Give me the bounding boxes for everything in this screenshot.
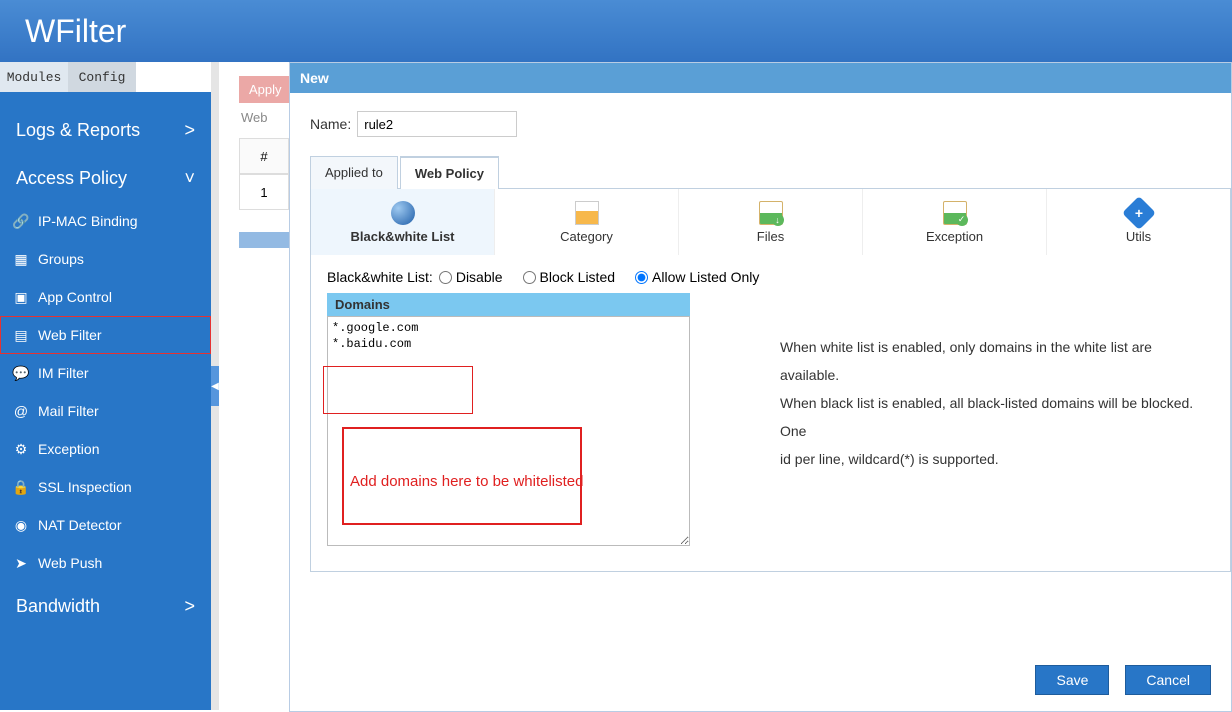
- app-header: WFilter: [0, 0, 1232, 62]
- category-icon: [575, 201, 599, 225]
- radio-allowlisted[interactable]: [635, 271, 648, 284]
- sidebar: Modules Config Logs & Reports > Access P…: [0, 62, 211, 710]
- radio-disable[interactable]: [439, 271, 452, 284]
- sidebar-item-webfilter[interactable]: ▤ Web Filter: [0, 316, 211, 354]
- toolbar-blackwhite[interactable]: Black&white List: [311, 189, 495, 255]
- help-line: id per line, wildcard(*) is supported.: [780, 445, 1214, 473]
- radio-blocklisted-label[interactable]: Block Listed: [523, 269, 615, 285]
- tab-config[interactable]: Config: [68, 62, 136, 92]
- toolbar-files[interactable]: Files: [679, 189, 863, 255]
- section-bandwidth[interactable]: Bandwidth >: [0, 582, 211, 630]
- sidebar-item-natdetector[interactable]: ◉ NAT Detector: [0, 506, 211, 544]
- grid-icon: ▦: [12, 250, 30, 268]
- name-label: Name:: [310, 116, 351, 132]
- tab-modules[interactable]: Modules: [0, 62, 68, 92]
- radio-allowlisted-label[interactable]: Allow Listed Only: [635, 269, 759, 285]
- modal-title: New: [290, 63, 1231, 93]
- bg-new-button: [239, 232, 289, 248]
- sidebar-item-imfilter[interactable]: 💬 IM Filter: [0, 354, 211, 392]
- link-icon: 🔗: [12, 212, 30, 230]
- toolbar-label: Category: [560, 229, 613, 244]
- tab-web-policy[interactable]: Web Policy: [400, 156, 499, 189]
- bg-td: 1: [239, 174, 289, 210]
- nat-icon: ◉: [12, 516, 30, 534]
- sidebar-item-label: Web Push: [38, 555, 102, 571]
- files-icon: [759, 201, 783, 225]
- bw-label: Black&white List:: [327, 269, 433, 285]
- chevron-down-icon: ˅: [184, 168, 195, 189]
- utils-icon: [1122, 196, 1156, 230]
- apply-button-bg: Apply: [239, 76, 292, 103]
- toolbar-category[interactable]: Category: [495, 189, 679, 255]
- section-label: Access Policy: [16, 168, 127, 189]
- section-label: Bandwidth: [16, 596, 100, 617]
- cancel-button[interactable]: Cancel: [1125, 665, 1211, 695]
- sidebar-item-label: IM Filter: [38, 365, 89, 381]
- sidebar-item-label: Mail Filter: [38, 403, 99, 419]
- app-title: WFilter: [25, 13, 126, 50]
- toolbar-label: Files: [757, 229, 784, 244]
- toolbar-label: Utils: [1126, 229, 1151, 244]
- sidebar-item-appcontrol[interactable]: ▣ App Control: [0, 278, 211, 316]
- domains-textarea[interactable]: [327, 316, 690, 546]
- sidebar-collapse: ◀: [211, 62, 219, 710]
- help-line: When white list is enabled, only domains…: [780, 333, 1214, 389]
- main-content: Apply Web # 1 New Name: Applied to Web P…: [219, 62, 1232, 710]
- sidebar-item-label: SSL Inspection: [38, 479, 132, 495]
- toolbar-label: Exception: [926, 229, 983, 244]
- chat-icon: 💬: [12, 364, 30, 382]
- send-icon: ➤: [12, 554, 30, 572]
- radio-disable-label[interactable]: Disable: [439, 269, 503, 285]
- sidebar-item-sslinspection[interactable]: 🔒 SSL Inspection: [0, 468, 211, 506]
- annotation-text: Add domains here to be whitelisted: [350, 473, 583, 490]
- tab-applied-to[interactable]: Applied to: [310, 156, 398, 189]
- collapse-button[interactable]: ◀: [211, 366, 219, 406]
- name-input[interactable]: [357, 111, 517, 137]
- sidebar-item-webpush[interactable]: ➤ Web Push: [0, 544, 211, 582]
- web-icon: ▤: [12, 326, 30, 344]
- sidebar-item-label: Exception: [38, 441, 99, 457]
- lock-icon: 🔒: [12, 478, 30, 496]
- section-label: Logs & Reports: [16, 120, 140, 141]
- help-line: When black list is enabled, all black-li…: [780, 389, 1214, 445]
- bg-web-label: Web: [241, 110, 268, 125]
- at-icon: @: [12, 402, 30, 420]
- exception-icon: [943, 201, 967, 225]
- bg-table: # 1: [239, 138, 289, 210]
- apps-icon: ▣: [12, 288, 30, 306]
- sidebar-item-label: NAT Detector: [38, 517, 122, 533]
- new-rule-modal: New Name: Applied to Web Policy Black&wh…: [289, 62, 1232, 712]
- sidebar-item-label: Web Filter: [38, 327, 102, 343]
- sidebar-item-exception[interactable]: ⚙ Exception: [0, 430, 211, 468]
- sidebar-item-ipmac[interactable]: 🔗 IP-MAC Binding: [0, 202, 211, 240]
- toolbar-exception[interactable]: Exception: [863, 189, 1047, 255]
- chevron-right-icon: >: [184, 596, 195, 617]
- sidebar-item-groups[interactable]: ▦ Groups: [0, 240, 211, 278]
- sidebar-item-label: IP-MAC Binding: [38, 213, 138, 229]
- gear-icon: ⚙: [12, 440, 30, 458]
- sidebar-item-mailfilter[interactable]: @ Mail Filter: [0, 392, 211, 430]
- section-logs-reports[interactable]: Logs & Reports >: [0, 106, 211, 154]
- domains-header: Domains: [327, 293, 690, 316]
- radio-blocklisted[interactable]: [523, 271, 536, 284]
- save-button[interactable]: Save: [1035, 665, 1109, 695]
- globe-icon: [391, 201, 415, 225]
- section-access-policy[interactable]: Access Policy ˅: [0, 154, 211, 202]
- help-text: When white list is enabled, only domains…: [780, 293, 1214, 551]
- chevron-right-icon: >: [184, 120, 195, 141]
- toolbar-utils[interactable]: Utils: [1047, 189, 1230, 255]
- bg-th: #: [239, 138, 289, 174]
- sidebar-item-label: Groups: [38, 251, 84, 267]
- sidebar-item-label: App Control: [38, 289, 112, 305]
- toolbar-label: Black&white List: [350, 229, 454, 244]
